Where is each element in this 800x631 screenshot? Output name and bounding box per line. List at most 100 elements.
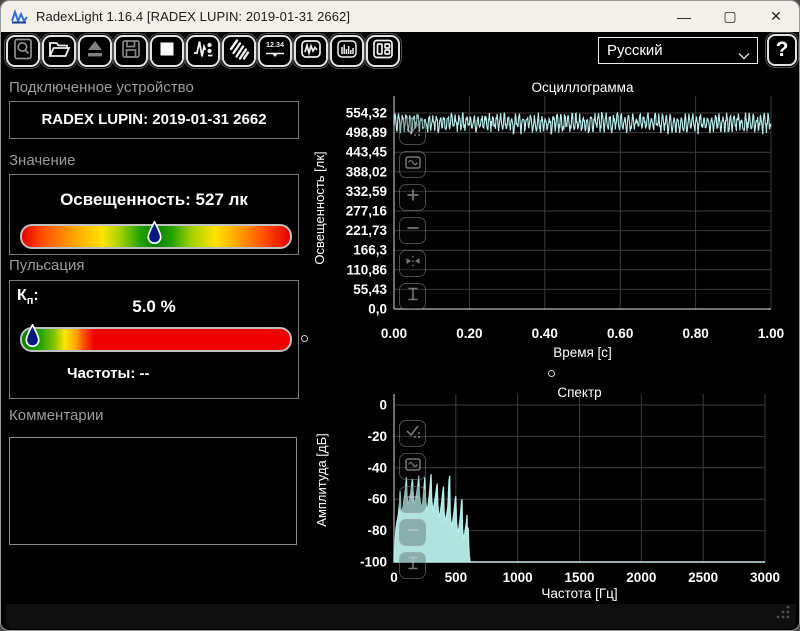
zoom-in-icon xyxy=(403,185,423,210)
device-box: RADEX LUPIN: 2019-01-31 2662 xyxy=(9,101,299,139)
svg-text:55,43: 55,43 xyxy=(353,282,387,297)
svg-text:166,3: 166,3 xyxy=(353,243,387,258)
svg-text:1000: 1000 xyxy=(503,570,533,585)
svg-text:-40: -40 xyxy=(367,460,387,475)
fit-vertical-icon xyxy=(403,284,423,309)
svg-text:0.40: 0.40 xyxy=(532,326,558,341)
svg-text:500: 500 xyxy=(445,570,468,585)
zoom-out-button[interactable] xyxy=(399,217,426,244)
fit-vertical-button[interactable] xyxy=(399,552,426,579)
auto-scale-button[interactable] xyxy=(399,118,426,145)
spectrum-view-button[interactable] xyxy=(328,33,366,69)
kp-value: 5.0 % xyxy=(132,297,176,316)
numeric-display-icon: 12.34 xyxy=(263,37,287,66)
svg-text:388,02: 388,02 xyxy=(346,164,387,179)
osc-title: Осциллограмма xyxy=(532,80,634,95)
spectrum-icon xyxy=(335,37,359,66)
layout-icon xyxy=(371,37,395,66)
value-box: Освещенность: 527 лк xyxy=(9,174,299,255)
svg-text:277,16: 277,16 xyxy=(346,204,388,219)
svg-text:0.80: 0.80 xyxy=(682,326,708,341)
maximize-button[interactable]: ▢ xyxy=(707,1,753,32)
oscillogram-chart[interactable]: Осциллограмма 554,32 498,89 443,45 388,02 332… xyxy=(311,76,799,378)
oscillogram-view-button[interactable] xyxy=(292,33,330,69)
app-icon xyxy=(11,9,28,24)
zoom-in-button[interactable] xyxy=(399,184,426,211)
svg-text:443,45: 443,45 xyxy=(346,145,388,160)
title-bar[interactable]: RadexLight 1.16.4 [RADEX LUPIN: 2019-01-… xyxy=(1,1,799,32)
stop-icon xyxy=(155,37,179,66)
value-section-label: Значение xyxy=(9,152,76,169)
svg-text:110,86: 110,86 xyxy=(346,262,387,277)
search-icon xyxy=(11,37,35,66)
auto-scale-icon xyxy=(403,421,423,446)
help-button[interactable]: ? xyxy=(765,32,799,68)
svg-text:1.00: 1.00 xyxy=(758,326,784,341)
svg-text:-60: -60 xyxy=(367,492,387,507)
comments-section-label: Комментарии xyxy=(9,407,104,424)
zoom-in-icon xyxy=(403,487,423,512)
svg-text:0: 0 xyxy=(390,570,398,585)
close-button[interactable]: ✕ xyxy=(753,1,799,32)
resize-grip-icon[interactable] xyxy=(775,604,791,625)
svg-text:0.20: 0.20 xyxy=(456,326,482,341)
open-file-button[interactable] xyxy=(40,33,78,69)
illuminance-reading: Освещенность: 527 лк xyxy=(60,190,248,209)
chevron-down-icon xyxy=(738,47,750,64)
save-icon xyxy=(119,37,143,66)
measure-settings-button[interactable] xyxy=(184,33,222,69)
pulsation-scale-bar xyxy=(20,327,292,352)
svg-text:3000: 3000 xyxy=(750,570,780,585)
zoom-out-icon xyxy=(403,520,423,545)
app-window: RadexLight 1.16.4 [RADEX LUPIN: 2019-01-… xyxy=(0,0,800,631)
auto-scale-button[interactable] xyxy=(399,420,426,447)
pulsation-section-label: Пульсация xyxy=(9,257,85,274)
svg-text:2500: 2500 xyxy=(688,570,718,585)
minimize-button[interactable]: — xyxy=(661,1,707,32)
layout-button[interactable] xyxy=(364,33,402,69)
eject-icon xyxy=(83,37,107,66)
stop-button[interactable] xyxy=(148,33,186,69)
numeric-display-button[interactable]: 12.34 xyxy=(256,33,294,69)
device-section-label: Подключенное устройство xyxy=(9,79,194,96)
frame-icon xyxy=(403,454,423,479)
illuminance-marker-icon xyxy=(146,220,162,245)
sweep-button[interactable] xyxy=(220,33,258,69)
frame-icon xyxy=(403,152,423,177)
search-button[interactable] xyxy=(4,33,42,69)
pulsation-marker-icon xyxy=(25,323,40,348)
svg-text:0.60: 0.60 xyxy=(607,326,633,341)
svg-text:332,59: 332,59 xyxy=(346,184,387,199)
spec-xlabel: Частота [Гц] xyxy=(541,586,617,601)
comments-input[interactable] xyxy=(9,437,297,545)
svg-text:12.34: 12.34 xyxy=(266,40,284,49)
pulse-settings-icon xyxy=(191,37,215,66)
svg-text:-80: -80 xyxy=(367,523,387,538)
osc-ylabel: Освещенность [лк] xyxy=(312,151,327,264)
frame-button[interactable] xyxy=(399,151,426,178)
fit-vertical-button[interactable] xyxy=(399,283,426,310)
svg-text:-20: -20 xyxy=(367,429,387,444)
status-bar xyxy=(6,604,796,629)
fit-horizontal-button[interactable] xyxy=(399,250,426,277)
vertical-splitter-handle[interactable] xyxy=(301,335,308,342)
svg-text:1500: 1500 xyxy=(564,570,594,585)
window-title: RadexLight 1.16.4 [RADEX LUPIN: 2019-01-… xyxy=(36,9,351,24)
language-dropdown[interactable]: Русский xyxy=(598,37,758,64)
frequencies-value: Частоты: -- xyxy=(67,365,150,382)
toolbar: 12.34 Русский ? xyxy=(1,32,799,70)
auto-scale-icon xyxy=(403,119,423,144)
pulsation-box: Кп: 5.0 % Частоты: -- xyxy=(9,280,299,399)
save-button[interactable] xyxy=(112,33,150,69)
spectrum-chart[interactable]: Спектр 0 -20 -40 -60 -80 -100 0 500 1000 1500 2000 2… xyxy=(311,382,799,624)
svg-text:0,0: 0,0 xyxy=(368,302,387,317)
osc-xlabel: Время [с] xyxy=(553,345,612,360)
zoom-in-button[interactable] xyxy=(399,486,426,513)
frame-button[interactable] xyxy=(399,453,426,480)
eject-button[interactable] xyxy=(76,33,114,69)
osc-waveform xyxy=(393,111,772,135)
svg-text:498,89: 498,89 xyxy=(346,125,387,140)
language-value: Русский xyxy=(607,42,663,59)
svg-text:0: 0 xyxy=(379,398,387,413)
zoom-out-button[interactable] xyxy=(399,519,426,546)
